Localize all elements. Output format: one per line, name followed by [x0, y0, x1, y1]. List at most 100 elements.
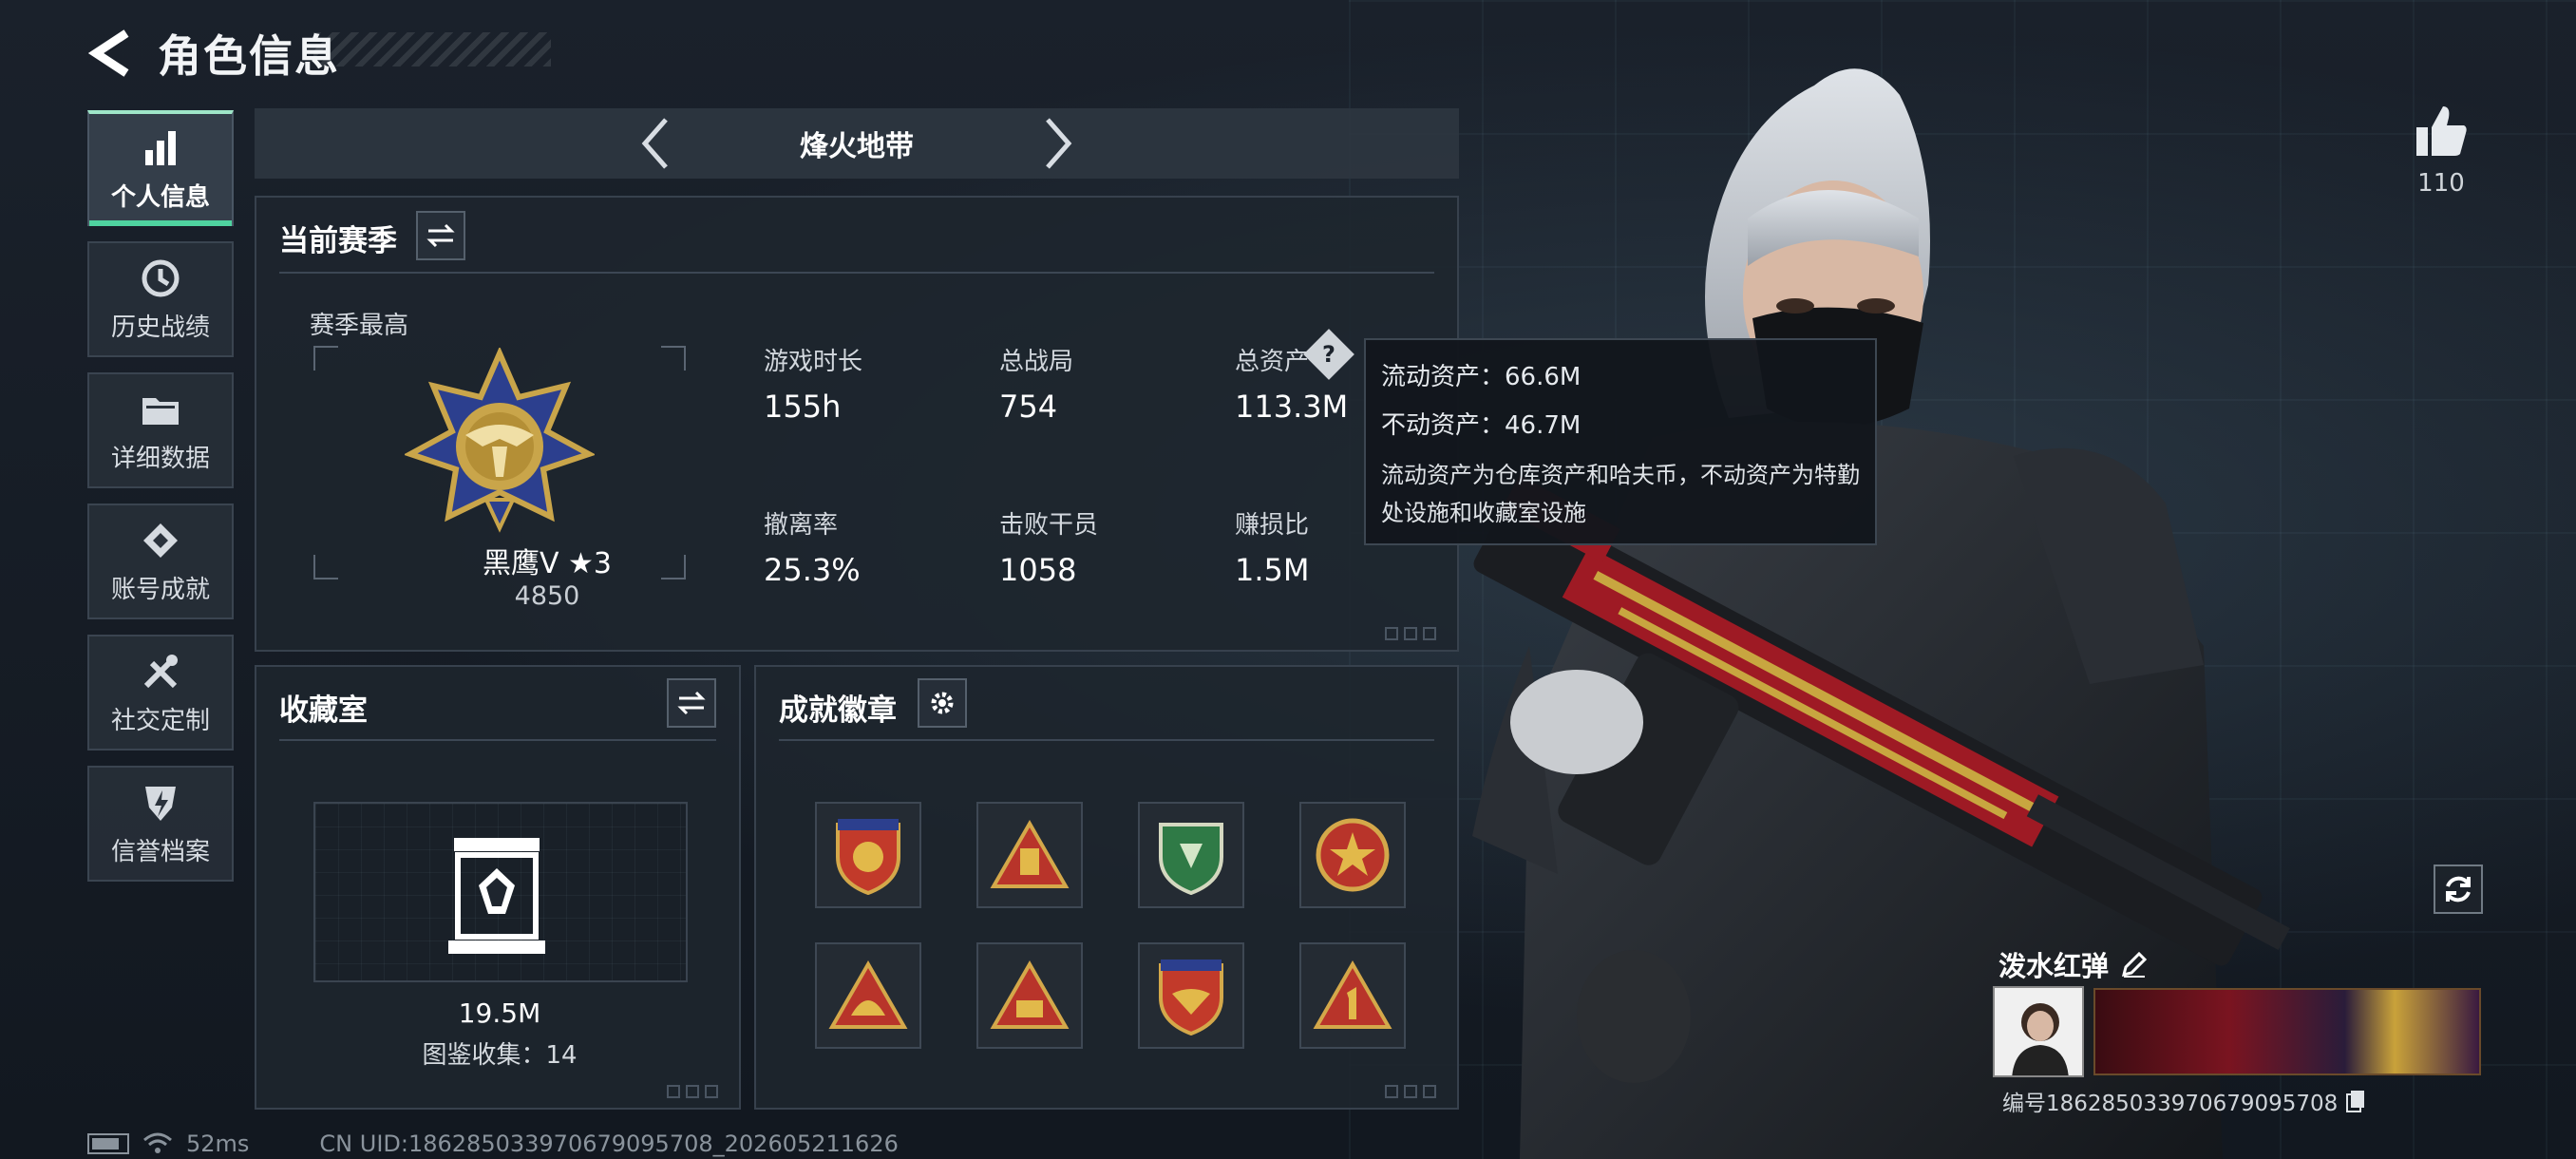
panel-corner-decoration [1385, 627, 1436, 640]
sidebar-item-label: 详细数据 [110, 444, 210, 473]
stat-value: 1058 [999, 552, 1077, 588]
stat-value: 1.5M [1235, 552, 1310, 588]
folder-icon [139, 388, 182, 431]
collection-count: 图鉴收集：14 [422, 1041, 578, 1070]
player-id: 编号1862850339706790957​08 [2002, 1092, 2339, 1116]
sidebar: 个人信息 历史战绩 详细数据 账号成就 社交定制 信誉档案 [87, 110, 234, 897]
badge-5[interactable] [815, 942, 921, 1049]
achievement-diamond-icon [139, 519, 182, 562]
refresh-character-button[interactable] [2434, 864, 2483, 914]
badge-8[interactable] [1299, 942, 1406, 1049]
history-clock-icon [139, 256, 182, 300]
collection-title: 收藏室 [279, 694, 368, 728]
badge-6[interactable] [976, 942, 1083, 1049]
uid-text: CN UID:1862850339706790957​08_2026052116… [319, 1130, 899, 1157]
sidebar-item-label: 社交定制 [110, 706, 210, 735]
tooltip-liquid-assets: 流动资产：66.6M [1381, 363, 1582, 391]
badge-1[interactable] [815, 802, 921, 908]
gear-icon [931, 692, 954, 714]
stat-label: 击败干员 [999, 511, 1099, 540]
badge-round-star-icon [1316, 818, 1390, 892]
player-namecard[interactable] [2093, 988, 2481, 1075]
sidebar-item-reputation[interactable]: 信誉档案 [87, 766, 234, 882]
collection-value: 19.5M [458, 998, 541, 1029]
stat-label: 撤离率 [764, 511, 839, 540]
back-arrow-icon [88, 29, 129, 77]
edit-pencil-icon[interactable] [2120, 950, 2149, 978]
season-best-label: 赛季最高 [310, 312, 409, 340]
mode-next-button[interactable] [1030, 115, 1087, 172]
mode-selector: 烽火地带 [255, 108, 1459, 179]
season-switch-button[interactable] [416, 211, 465, 260]
shield-lightning-icon [139, 781, 182, 825]
panel-divider [779, 739, 1434, 741]
status-bar: 52ms CN UID:1862850339706790957​08_20260… [87, 1130, 899, 1157]
achievements-title: 成就徽章 [779, 694, 897, 728]
mode-prev-button[interactable] [627, 115, 684, 172]
avatar[interactable] [1993, 986, 2084, 1077]
badge-4[interactable] [1299, 802, 1406, 908]
sidebar-item-achievements[interactable]: 账号成就 [87, 504, 234, 619]
collection-switch-button[interactable] [667, 678, 716, 728]
achievements-settings-button[interactable] [918, 678, 967, 728]
badge-3[interactable] [1138, 802, 1244, 908]
help-glyph: ? [1322, 340, 1335, 368]
copy-icon[interactable] [2345, 1089, 2366, 1113]
battery-icon [87, 1133, 129, 1154]
stat-operators-defeated: 击败干员 1058 [999, 505, 1098, 588]
tools-icon [139, 650, 182, 694]
sidebar-item-label: 个人信息 [110, 182, 210, 212]
rank-score: 4850 [514, 581, 580, 611]
tooltip-description: 流动资产为仓库资产和哈夫币，不动资产为特勤处设施和收藏室设施 [1381, 462, 1860, 526]
badge-shield-wing-icon [1159, 960, 1223, 1036]
stat-value: 155h [764, 389, 842, 425]
season-title: 当前赛季 [279, 224, 397, 258]
badge-7[interactable] [1138, 942, 1244, 1049]
sidebar-item-detailed-data[interactable]: 详细数据 [87, 372, 234, 488]
badge-shield-green-icon [1159, 823, 1223, 895]
stat-profit-loss: 赚损比 1.5M [1235, 505, 1310, 588]
swap-arrows-icon [426, 223, 455, 248]
sidebar-item-history[interactable]: 历史战绩 [87, 241, 234, 357]
stat-label: 游戏时长 [764, 348, 863, 376]
stat-total-matches: 总战局 754 [999, 342, 1073, 425]
badge-triangle-crate-icon [990, 820, 1070, 888]
badge-shield-red-icon [836, 819, 900, 895]
badge-triangle-helmet-icon [828, 960, 908, 1029]
mode-name: 烽火地带 [800, 130, 914, 163]
like-count: 110 [2417, 169, 2465, 198]
bar-chart-icon [139, 126, 182, 170]
stat-value: 754 [999, 389, 1058, 425]
sidebar-item-personal-info[interactable]: 个人信息 [87, 110, 234, 226]
player-name-row: 泼水红弹 [1998, 944, 2149, 984]
sidebar-item-label: 信誉档案 [110, 837, 210, 866]
chevron-left-icon [641, 118, 668, 169]
thumbs-up-icon[interactable] [2413, 103, 2470, 160]
badge-triangle-s6-icon [990, 960, 1070, 1029]
stat-value: 113.3M [1235, 389, 1349, 425]
chevron-right-icon [1046, 118, 1072, 169]
swap-arrows-icon [677, 691, 706, 715]
ping-value: 52ms [186, 1130, 250, 1157]
stat-label: 总战局 [999, 348, 1074, 376]
stat-extraction-rate: 撤离率 25.3% [764, 505, 861, 588]
sidebar-item-social[interactable]: 社交定制 [87, 635, 234, 750]
rank-emblem-icon [405, 348, 595, 533]
sidebar-item-label: 历史战绩 [110, 313, 210, 342]
wifi-icon [143, 1132, 172, 1153]
badge-2[interactable] [976, 802, 1083, 908]
stat-play-time: 游戏时长 155h [764, 342, 862, 425]
badge-triangle-number-one-icon [1313, 960, 1392, 1029]
stat-value: 25.3% [764, 552, 861, 588]
panel-divider [279, 272, 1434, 274]
panel-corner-decoration [667, 1085, 718, 1098]
assets-tooltip: 流动资产：66.6M 不动资产：46.7M 流动资产为仓库资产和哈夫币，不动资产… [1364, 338, 1877, 545]
rank-name: 黑鹰Ⅴ ★3 [482, 547, 613, 580]
player-name: 泼水红弹 [1998, 950, 2110, 982]
back-button[interactable] [87, 28, 133, 79]
tooltip-fixed-assets: 不动资产：46.7M [1381, 411, 1582, 440]
header-decoration [313, 32, 551, 66]
panel-corner-decoration [1385, 1085, 1436, 1098]
refresh-icon [2446, 876, 2471, 902]
achievement-badges-panel: 成就徽章 [754, 665, 1459, 1110]
